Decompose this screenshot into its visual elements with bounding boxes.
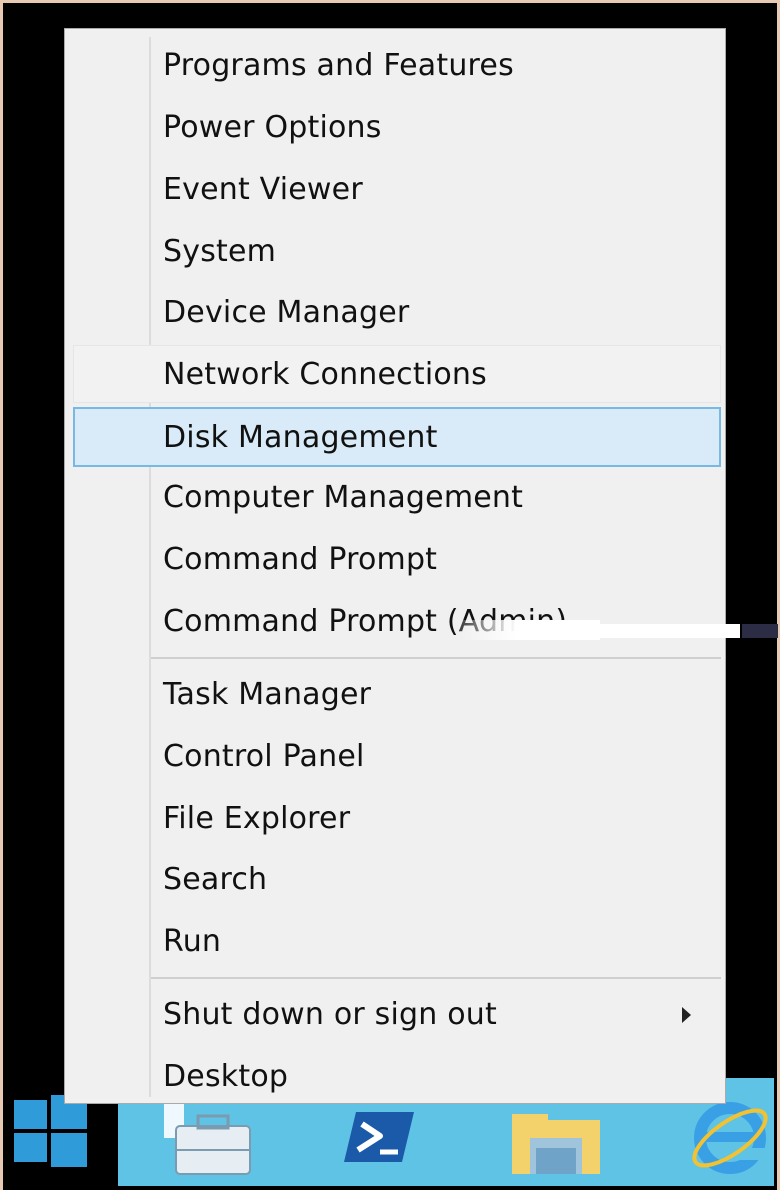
menu-item-label: Task Manager xyxy=(163,677,372,712)
powershell-icon[interactable] xyxy=(344,1108,416,1166)
menu-item-label: Computer Management xyxy=(163,480,524,515)
server-manager-icon[interactable] xyxy=(160,1096,256,1182)
menu-item-label: Command Prompt xyxy=(163,542,438,577)
menu-item-label: Power Options xyxy=(163,110,382,145)
menu-item-label: Search xyxy=(163,862,268,897)
menu-item-label: Shut down or sign out xyxy=(163,997,497,1032)
start-pane-bl xyxy=(14,1133,47,1162)
menu-separator xyxy=(151,977,721,979)
menu-separator xyxy=(151,657,721,659)
menu-item-file-explorer[interactable]: File Explorer xyxy=(73,791,721,849)
menu-item-command-prompt[interactable]: Command Prompt xyxy=(73,532,721,590)
menu-item-label: Network Connections xyxy=(163,357,487,392)
menu-item-system[interactable]: System xyxy=(73,224,721,282)
window-border-top xyxy=(0,0,780,3)
menu-item-label: Device Manager xyxy=(163,295,410,330)
menu-item-label: Event Viewer xyxy=(163,172,363,207)
menu-item-label: Desktop xyxy=(163,1059,289,1094)
start-pane-tl xyxy=(14,1100,47,1129)
menu-item-search[interactable]: Search xyxy=(73,852,721,910)
menu-item-label: Programs and Features xyxy=(163,48,514,83)
menu-item-computer-management[interactable]: Computer Management xyxy=(73,470,721,528)
render-artifact xyxy=(452,620,778,640)
menu-item-control-panel[interactable]: Control Panel xyxy=(73,729,721,787)
quick-link-context-menu: Programs and Features Power Options Even… xyxy=(64,28,726,1104)
menu-item-programs-and-features[interactable]: Programs and Features xyxy=(73,38,721,96)
start-pane-br xyxy=(51,1133,87,1167)
menu-item-event-viewer[interactable]: Event Viewer xyxy=(73,162,721,220)
menu-item-label: Run xyxy=(163,924,222,959)
menu-item-device-manager[interactable]: Device Manager xyxy=(73,285,721,343)
menu-item-label: Control Panel xyxy=(163,739,365,774)
file-explorer-icon[interactable] xyxy=(510,1110,602,1176)
menu-item-label: System xyxy=(163,234,277,269)
menu-item-label: Disk Management xyxy=(163,420,438,455)
submenu-arrow-icon xyxy=(682,1007,691,1023)
menu-item-shut-down-or-sign-out[interactable]: Shut down or sign out xyxy=(73,987,721,1045)
window-border-left xyxy=(0,0,3,1190)
menu-item-task-manager[interactable]: Task Manager xyxy=(73,667,721,725)
menu-item-run[interactable]: Run xyxy=(73,914,721,972)
menu-item-desktop[interactable]: Desktop xyxy=(73,1049,721,1107)
menu-item-network-connections[interactable]: Network Connections xyxy=(73,345,721,403)
menu-item-disk-management[interactable]: Disk Management xyxy=(73,407,721,467)
menu-item-label: File Explorer xyxy=(163,801,351,836)
menu-item-power-options[interactable]: Power Options xyxy=(73,100,721,158)
